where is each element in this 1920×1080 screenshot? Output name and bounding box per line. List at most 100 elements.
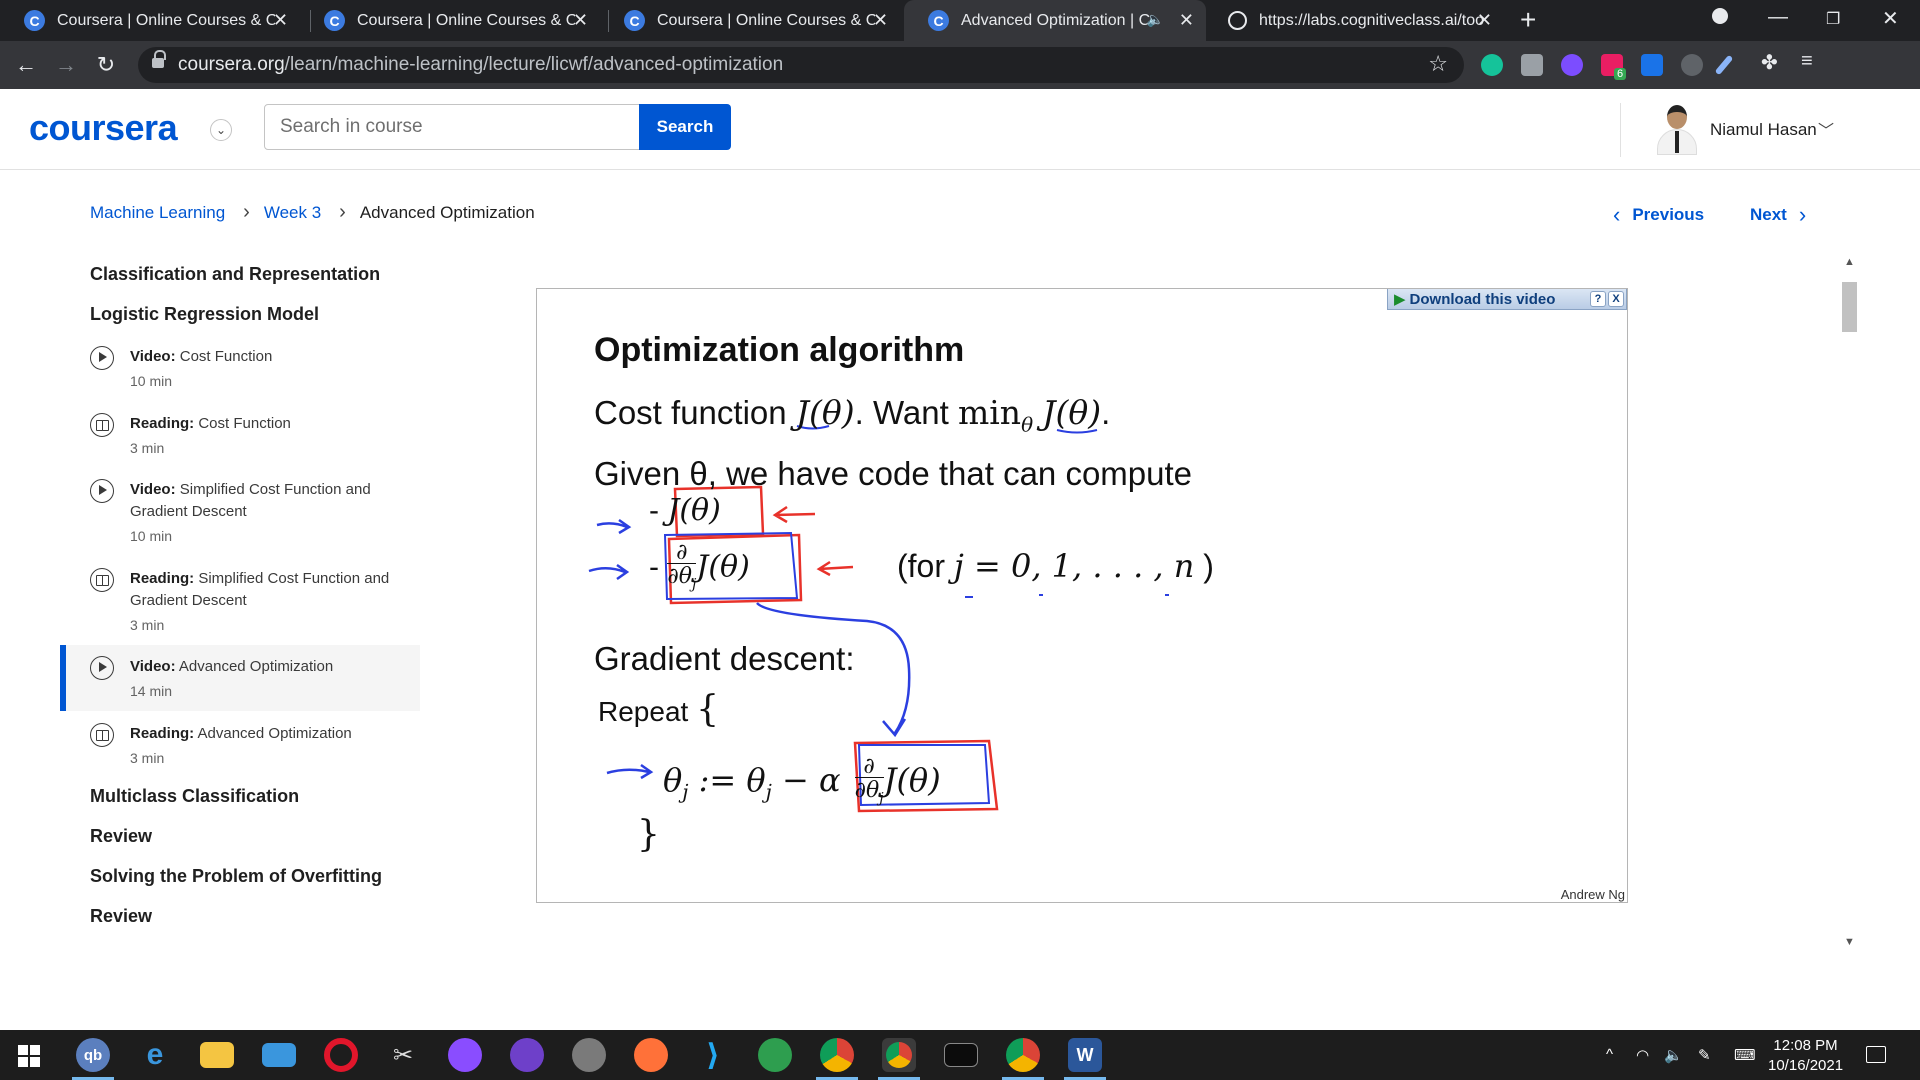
chevron-down-icon[interactable]: ﹀ — [1818, 117, 1834, 141]
mail-icon[interactable] — [262, 1043, 296, 1067]
download-extension-icon[interactable] — [1641, 54, 1663, 76]
browser-tab[interactable]: C Coursera | Online Courses & Credential… — [0, 0, 300, 41]
section-title[interactable]: Solving the Problem of Overfitting — [90, 866, 382, 887]
close-tab-icon[interactable]: ✕ — [873, 10, 888, 31]
browser-tab[interactable]: https://labs.cognitiveclass.ai/tools ✕ — [1204, 0, 1504, 41]
browser-tab[interactable]: C Coursera | Online Courses & Credential… — [300, 0, 600, 41]
chrome-active-icon[interactable] — [878, 1038, 920, 1080]
terminal-icon[interactable] — [944, 1043, 978, 1067]
edge-icon[interactable]: e — [138, 1038, 172, 1072]
close-tab-icon[interactable]: ✕ — [273, 10, 288, 31]
qbittorrent-icon[interactable]: qb — [72, 1038, 114, 1080]
search-button[interactable]: Search — [639, 104, 731, 150]
taskbar-clock[interactable]: 12:08 PM 10/16/2021 — [1768, 1036, 1843, 1076]
close-tab-icon[interactable]: ✕ — [1477, 10, 1492, 31]
list-item[interactable]: Video: Simplified Cost Function and Grad… — [60, 479, 420, 551]
previous-button[interactable]: ‹ Previous — [1613, 202, 1704, 228]
chrome-icon[interactable] — [1002, 1038, 1044, 1080]
speaker-icon[interactable]: 🔈 — [1147, 11, 1164, 28]
scrollbar-thumb[interactable] — [1842, 282, 1857, 332]
next-button[interactable]: Next › — [1750, 202, 1806, 228]
list-item[interactable]: Reading: Simplified Cost Function and Gr… — [60, 568, 420, 640]
tab-title: Coursera | Online Courses & Credentials — [57, 11, 275, 29]
coursera-logo[interactable]: coursera — [29, 107, 178, 149]
video-player[interactable]: Optimization algorithm Cost function J(θ… — [536, 288, 1628, 903]
help-icon[interactable]: ? — [1590, 291, 1606, 307]
section-title[interactable]: Multiclass Classification — [90, 786, 299, 807]
grammarly-extension-icon[interactable] — [1481, 54, 1503, 76]
user-name[interactable]: Niamul Hasan — [1710, 120, 1817, 140]
download-video-bar[interactable]: ▶ Download this video ? X — [1387, 289, 1627, 310]
minimize-icon[interactable]: — — [1768, 6, 1788, 29]
avatar[interactable] — [1654, 103, 1700, 155]
slide-math: minθ — [957, 393, 1034, 437]
media-controls-icon[interactable]: ≡ — [1801, 50, 1823, 72]
app-icon[interactable] — [758, 1038, 792, 1072]
browser-tab-active[interactable]: C Advanced Optimization | Coursera 🔈 ✕ — [904, 0, 1206, 41]
chevron-down-icon[interactable]: ⌄ — [210, 119, 232, 141]
item-type: Video: — [130, 348, 176, 365]
github-icon[interactable] — [510, 1038, 544, 1072]
search-input[interactable]: Search in course — [264, 104, 640, 150]
item-title: Advanced Optimization — [178, 658, 334, 675]
page-scrollbar[interactable]: ▲ ▼ — [1838, 256, 1860, 948]
extension-icon[interactable] — [1681, 54, 1703, 76]
list-item[interactable]: Reading: Cost Function 3 min — [60, 413, 420, 463]
chevron-up-icon[interactable]: ^ — [1606, 1046, 1613, 1063]
book-icon — [90, 568, 114, 592]
lock-icon — [152, 50, 166, 69]
word-icon[interactable]: W — [1064, 1038, 1106, 1080]
camera-extension-icon[interactable] — [1521, 54, 1543, 76]
tab-search-icon[interactable] — [1712, 8, 1728, 24]
address-bar[interactable]: coursera.org/learn/machine-learning/lect… — [138, 47, 1464, 83]
close-tab-icon[interactable]: ✕ — [573, 10, 588, 31]
close-icon[interactable]: X — [1608, 291, 1624, 307]
browser-tab-bar: C Coursera | Online Courses & Credential… — [0, 0, 1920, 41]
new-tab-button[interactable]: + — [1520, 4, 1536, 36]
scroll-down-arrow-icon[interactable]: ▼ — [1844, 936, 1855, 948]
close-window-icon[interactable]: ✕ — [1882, 6, 1899, 31]
windows-start-icon[interactable] — [18, 1045, 40, 1067]
vscode-icon[interactable]: ⟩ — [696, 1038, 730, 1072]
restore-icon[interactable]: ❐ — [1826, 9, 1840, 29]
messenger-icon[interactable] — [448, 1038, 482, 1072]
notification-icon[interactable] — [1866, 1046, 1886, 1063]
firefox-icon[interactable] — [634, 1038, 668, 1072]
pen-extension-icon[interactable] — [1714, 54, 1734, 76]
volume-icon[interactable]: 🔈 — [1664, 1046, 1683, 1064]
wifi-icon[interactable]: ◠ — [1636, 1046, 1649, 1064]
list-item[interactable]: Video: Cost Function 10 min — [60, 346, 420, 396]
keyboard-icon[interactable]: ⌨ — [1734, 1046, 1756, 1064]
slide-gd-title: Gradient descent: — [594, 640, 855, 677]
section-title[interactable]: Review — [90, 826, 152, 847]
file-explorer-icon[interactable] — [200, 1042, 234, 1068]
chrome-icon[interactable] — [816, 1038, 858, 1080]
close-tab-icon[interactable]: ✕ — [1179, 10, 1194, 31]
list-item[interactable]: Reading: Advanced Optimization 3 min — [60, 723, 420, 773]
breadcrumb-link[interactable]: Machine Learning — [90, 203, 225, 223]
section-title[interactable]: Classification and Representation — [90, 264, 380, 285]
browser-tab[interactable]: C Coursera | Online Courses & Credential… — [600, 0, 900, 41]
pen-icon[interactable]: ✎ — [1698, 1046, 1711, 1064]
forward-arrow-icon[interactable]: → — [50, 49, 82, 81]
extensions-puzzle-icon[interactable]: ✤ — [1761, 50, 1783, 74]
reload-icon[interactable]: ↻ — [90, 49, 122, 81]
scroll-up-arrow-icon[interactable]: ▲ — [1844, 256, 1855, 268]
opera-icon[interactable] — [324, 1038, 358, 1072]
paint-icon[interactable] — [572, 1038, 606, 1072]
section-title[interactable]: Logistic Regression Model — [90, 304, 319, 325]
snipping-tool-icon[interactable]: ✂ — [386, 1038, 420, 1072]
play-icon — [90, 479, 114, 503]
book-icon — [90, 723, 114, 747]
item-duration: 3 min — [130, 750, 165, 766]
url-path: /learn/machine-learning/lecture/licwf/ad… — [284, 54, 784, 75]
extension-icon[interactable] — [1561, 54, 1583, 76]
book-icon — [90, 413, 114, 437]
section-title[interactable]: Review — [90, 906, 152, 927]
list-item-selected[interactable]: Video: Advanced Optimization 14 min — [60, 645, 420, 711]
bookmark-star-icon[interactable]: ☆ — [1428, 51, 1448, 77]
breadcrumb-link[interactable]: Week 3 — [264, 203, 321, 223]
tab-title: Coursera | Online Courses & Credentials — [357, 11, 575, 29]
back-arrow-icon[interactable]: ← — [10, 49, 42, 81]
download-label[interactable]: Download this video — [1410, 291, 1556, 308]
